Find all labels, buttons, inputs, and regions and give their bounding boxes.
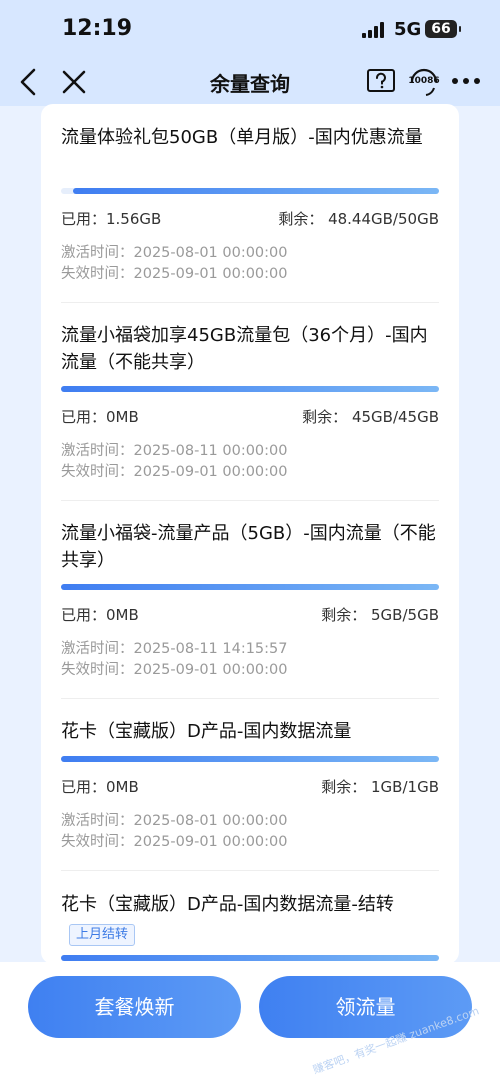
- usage-bar: [61, 955, 439, 961]
- usage-bar-fill: [61, 955, 439, 961]
- usage-row: 已用：0MB 剩余： 1GB/1GB: [61, 776, 439, 798]
- service-number: 10086: [408, 76, 440, 86]
- list-item: 花卡（宝藏版）D产品-国内数据流量-结转: [61, 891, 439, 961]
- usage-row: 已用：0MB 剩余： 5GB/5GB: [61, 604, 439, 626]
- divider: [61, 500, 439, 501]
- customer-service-icon[interactable]: 10086: [408, 64, 440, 100]
- item-title: 流量小福袋加享45GB流量包（36个月）-国内流量（不能共享）: [61, 325, 428, 373]
- divider: [61, 870, 439, 871]
- nav-bar: 余量查询 10086: [0, 58, 500, 106]
- remain-value: 剩余： 5GB/5GB: [321, 606, 439, 624]
- remain-value: 剩余： 45GB/45GB: [302, 408, 439, 426]
- list-item: 流量小福袋加享45GB流量包（36个月）-国内流量（不能共享） 已用：0MB 剩…: [61, 322, 439, 480]
- remain-value: 剩余： 1GB/1GB: [321, 778, 439, 796]
- usage-bar: [61, 386, 439, 392]
- item-title: 花卡（宝藏版）D产品-国内数据流量: [61, 721, 352, 742]
- balance-card: 流量体验礼包50GB（单月版）-国内优惠流量 已用：1.56GB 剩余： 48.…: [41, 104, 459, 964]
- item-title: 流量体验礼包50GB（单月版）-国内优惠流量: [61, 127, 423, 148]
- activate-time: 激活时间：2025-08-11 00:00:00: [61, 443, 288, 459]
- list-item: 流量小福袋-流量产品（5GB）-国内流量（不能共享） 已用：0MB 剩余： 5G…: [61, 520, 439, 678]
- used-value: 已用：0MB: [61, 408, 139, 426]
- expire-time: 失效时间：2025-09-01 00:00:00: [61, 266, 288, 282]
- list-item: 流量体验礼包50GB（单月版）-国内优惠流量 已用：1.56GB 剩余： 48.…: [61, 124, 439, 282]
- item-title: 流量小福袋-流量产品（5GB）-国内流量（不能共享）: [61, 523, 436, 571]
- list-item: 花卡（宝藏版）D产品-国内数据流量 已用：0MB 剩余： 1GB/1GB 激活时…: [61, 718, 439, 850]
- network-label: 5G: [394, 19, 422, 40]
- renew-plan-button[interactable]: 套餐焕新: [28, 976, 241, 1038]
- usage-row: 已用：0MB 剩余： 45GB/45GB: [61, 406, 439, 428]
- more-icon[interactable]: [452, 78, 480, 86]
- activate-time: 激活时间：2025-08-01 00:00:00: [61, 813, 288, 829]
- usage-bar: [61, 756, 439, 762]
- help-icon[interactable]: [366, 68, 396, 96]
- status-bar: 12:19 5G 66: [0, 0, 500, 58]
- usage-bar-fill: [72, 188, 439, 194]
- usage-bar-fill: [61, 584, 439, 590]
- usage-bar: [61, 188, 439, 194]
- activate-time: 激活时间：2025-08-01 00:00:00: [61, 245, 288, 261]
- divider: [61, 698, 439, 699]
- battery-icon: 66: [425, 20, 461, 38]
- usage-bar-fill: [61, 756, 439, 762]
- divider: [61, 302, 439, 303]
- page: 12:19 5G 66 余量查询 10086 流量体验礼包50GB（单月版）-国…: [0, 0, 500, 1082]
- usage-bar: [61, 584, 439, 590]
- usage-row: 已用：1.56GB 剩余： 48.44GB/50GB: [61, 208, 439, 230]
- expire-time: 失效时间：2025-09-01 00:00:00: [61, 662, 288, 678]
- expire-time: 失效时间：2025-09-01 00:00:00: [61, 464, 288, 480]
- carryover-tag: 上月结转: [69, 924, 136, 946]
- expire-time: 失效时间：2025-09-01 00:00:00: [61, 834, 288, 850]
- signal-icon: [362, 22, 386, 38]
- item-title: 花卡（宝藏版）D产品-国内数据流量-结转: [61, 894, 394, 915]
- used-value: 已用：0MB: [61, 606, 139, 624]
- activate-time: 激活时间：2025-08-11 14:15:57: [61, 641, 288, 657]
- used-value: 已用：1.56GB: [61, 210, 162, 228]
- remain-value: 剩余： 48.44GB/50GB: [278, 210, 439, 228]
- status-time: 12:19: [62, 16, 133, 41]
- usage-bar-fill: [61, 386, 439, 392]
- used-value: 已用：0MB: [61, 778, 139, 796]
